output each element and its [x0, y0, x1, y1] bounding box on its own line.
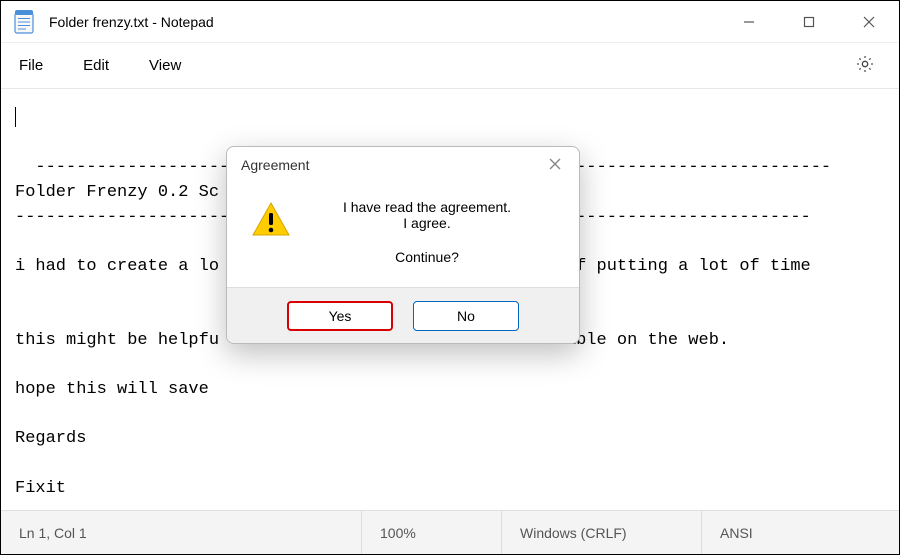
status-encoding: ANSI: [701, 511, 899, 554]
status-position: Ln 1, Col 1: [1, 511, 361, 554]
minimize-button[interactable]: [719, 1, 779, 43]
dialog-line3: Continue?: [319, 249, 535, 265]
notepad-icon: [13, 10, 35, 34]
dialog-close-button[interactable]: [541, 151, 569, 179]
close-button[interactable]: [839, 1, 899, 43]
dialog-title: Agreement: [241, 157, 309, 173]
maximize-button[interactable]: [779, 1, 839, 43]
dialog-line2: I agree.: [319, 215, 535, 231]
menu-edit[interactable]: Edit: [63, 49, 129, 82]
dialog-message: I have read the agreement. I agree. Cont…: [319, 199, 555, 265]
yes-button[interactable]: Yes: [287, 301, 393, 331]
dialog-body: I have read the agreement. I agree. Cont…: [227, 183, 579, 287]
warning-icon: [251, 201, 295, 242]
gear-icon: [855, 54, 875, 77]
status-eol: Windows (CRLF): [501, 511, 701, 554]
dialog-line1: I have read the agreement.: [319, 199, 535, 215]
statusbar: Ln 1, Col 1 100% Windows (CRLF) ANSI: [1, 510, 899, 554]
no-button[interactable]: No: [413, 301, 519, 331]
agreement-dialog: Agreement I have read the agreement. I a…: [226, 146, 580, 344]
titlebar: Folder frenzy.txt - Notepad: [1, 1, 899, 43]
menu-view[interactable]: View: [129, 49, 201, 82]
dialog-titlebar: Agreement: [227, 147, 579, 183]
close-icon: [549, 157, 561, 173]
text-caret: [15, 107, 16, 127]
settings-button[interactable]: [845, 46, 885, 86]
window-controls: [719, 1, 899, 42]
dialog-actions: Yes No: [227, 287, 579, 343]
menubar: File Edit View: [1, 43, 899, 89]
status-zoom: 100%: [361, 511, 501, 554]
window-title: Folder frenzy.txt - Notepad: [49, 14, 719, 30]
menu-file[interactable]: File: [7, 49, 63, 82]
